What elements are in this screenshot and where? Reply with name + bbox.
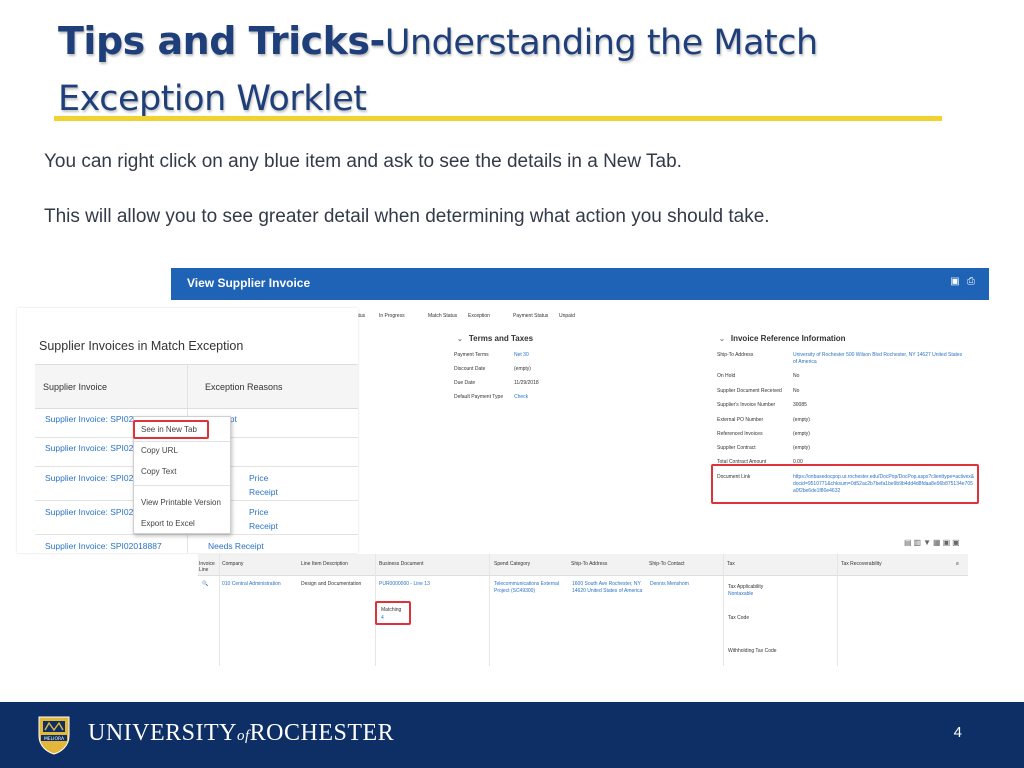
chevron-down-icon: ⌄ <box>457 336 463 343</box>
page-number: 4 <box>953 724 962 741</box>
see-in-new-tab-highlight <box>133 420 209 439</box>
menu-view-printable-version[interactable]: View Printable Version <box>141 498 221 507</box>
col-supplier-invoice: Supplier Invoice <box>43 382 108 392</box>
title-bold: Tips and Tricks- <box>58 19 385 63</box>
col-exception-reasons: Exception Reasons <box>205 382 283 392</box>
invoice-link[interactable]: Supplier Invoice: SPI020 <box>45 473 138 483</box>
exception-reason-2[interactable]: Receipt <box>249 521 278 531</box>
col-divider <box>489 554 490 666</box>
discount-date-label: Discount Date <box>454 366 486 372</box>
col-tax-recoverability: Tax Recoverability <box>841 561 882 567</box>
tax-applicability-value[interactable]: Nontaxable <box>728 591 753 598</box>
withholding-tax-label: Withholding Tax Code <box>728 648 777 654</box>
menu-copy-text[interactable]: Copy Text <box>141 467 176 476</box>
table-row: Supplier Invoice: SPI02018887 Needs Rece… <box>35 535 358 553</box>
exception-reason[interactable]: Price <box>249 507 268 517</box>
col-more: ≡ <box>956 561 959 567</box>
col-business-document: Business Document <box>379 561 424 567</box>
on-hold-value: No <box>793 373 800 379</box>
col-spend-category: Spend Category <box>494 561 531 567</box>
supplier-contract-label: Supplier Contract <box>717 445 756 451</box>
invoice-reference-heading[interactable]: ⌄ Invoice Reference Information <box>719 334 846 343</box>
search-icon[interactable]: 🔍 <box>202 581 208 588</box>
ship-to-value[interactable]: University of Rochester 500 Wilson Blvd … <box>793 352 963 366</box>
match-status-value: Exception <box>468 313 490 319</box>
tax-code-label: Tax Code <box>728 615 750 621</box>
payment-type-label: Default Payment Type <box>454 394 504 400</box>
referenced-invoices-value: (empty) <box>793 431 810 437</box>
col-company: Company <box>222 561 244 567</box>
external-po-value: (empty) <box>793 417 810 423</box>
menu-divider <box>134 485 230 486</box>
col-divider <box>837 554 838 666</box>
worklet-table-header: Supplier Invoice Exception Reasons <box>35 364 358 409</box>
table-toolbar-icons[interactable]: ▤▥▼▦▣▣ <box>904 538 962 547</box>
exception-reason-2[interactable]: Receipt <box>249 487 278 497</box>
doc-received-label: Supplier Document Received <box>717 388 782 394</box>
paragraph-1: You can right click on any blue item and… <box>44 151 682 172</box>
worklet-title: Supplier Invoices in Match Exception <box>39 339 244 353</box>
menu-export-to-excel[interactable]: Export to Excel <box>141 519 195 528</box>
match-status-label: Match Status <box>428 313 458 319</box>
col-divider <box>723 554 724 666</box>
context-menu: See in New Tab Copy URL Copy Text View P… <box>133 416 231 534</box>
title-underline <box>54 116 942 121</box>
doc-received-value: No <box>793 388 800 394</box>
supplier-invoice-number-label: Supplier's Invoice Number <box>717 402 776 408</box>
discount-date-value: (empty) <box>514 366 531 372</box>
company-value[interactable]: 010 Central Administration <box>222 581 281 588</box>
chevron-down-icon: ⌄ <box>719 336 725 343</box>
col-ship-to-address: Ship-To Address <box>571 561 608 567</box>
tax-applicability-label: Tax Applicability <box>728 584 764 590</box>
col-divider <box>219 554 220 666</box>
menu-copy-url[interactable]: Copy URL <box>141 446 178 455</box>
payment-type-value[interactable]: Check <box>514 394 528 401</box>
excel-icon[interactable]: ▣ <box>949 276 961 288</box>
contact-value[interactable]: Dennis Menshom <box>650 581 689 588</box>
invoice-link[interactable]: Supplier Invoice: SPI02018887 <box>45 541 162 551</box>
payment-terms-value[interactable]: Net 30 <box>514 352 529 359</box>
spend-category-value[interactable]: Telecommunications External Project (SC4… <box>494 581 566 595</box>
description-value: Design and Documentation <box>301 581 362 587</box>
col-line-item-description: Line Item Description <box>301 561 348 567</box>
print-icon[interactable]: ⎙ <box>965 276 977 288</box>
window-title: View Supplier Invoice <box>187 276 311 290</box>
due-date-value: 11/29/2018 <box>514 380 539 386</box>
exception-reason[interactable]: Price <box>249 473 268 483</box>
terms-taxes-heading[interactable]: ⌄ Terms and Taxes <box>457 334 533 343</box>
supplier-contract-value: (empty) <box>793 445 810 451</box>
supplier-invoice-number-value: 30085 <box>793 402 807 408</box>
document-link-highlight <box>711 464 979 504</box>
col-ship-to-contact: Ship-To Contact <box>649 561 685 567</box>
payment-status-value: Unpaid <box>559 313 575 319</box>
university-seal-icon: MELIORA <box>38 716 70 755</box>
invoice-link[interactable]: Supplier Invoice: SPI020 <box>45 507 138 517</box>
menu-divider <box>134 441 230 442</box>
slide-title: Tips and Tricks-Understanding the Match … <box>58 14 958 126</box>
business-document-value[interactable]: PUR0000000 - Line 13 <box>379 581 430 588</box>
payment-terms-label: Payment Terms <box>454 352 489 358</box>
external-po-label: External PO Number <box>717 417 764 423</box>
ship-to-row-value[interactable]: 1600 South Ave Rochester, NY 14620 Unite… <box>572 581 646 595</box>
invoice-lines-header: Invoice Line Company Line Item Descripti… <box>198 554 968 576</box>
payment-status-label: Payment Status <box>513 313 549 319</box>
col-tax: Tax <box>727 561 735 567</box>
workday-title-bar: View Supplier Invoice ▣ ⎙ <box>171 268 989 300</box>
university-wordmark: UNIVERSITYofROCHESTER <box>88 720 395 746</box>
referenced-invoices-label: Referenced Invoices <box>717 431 763 437</box>
footer-bar: MELIORA UNIVERSITYofROCHESTER 4 <box>0 702 1024 768</box>
due-date-label: Due Date <box>454 380 476 386</box>
ship-to-label: Ship-To Address <box>717 352 754 358</box>
on-hold-label: On Hold <box>717 373 736 379</box>
col-invoice-line: Invoice Line <box>199 561 215 573</box>
invoice-link[interactable]: Supplier Invoice: SPI020 <box>45 443 138 453</box>
matching-highlight <box>375 601 411 625</box>
logo-motto: MELIORA <box>44 736 65 742</box>
exception-reason[interactable]: Needs Receipt <box>208 541 264 551</box>
status-value: In Progress <box>379 313 405 319</box>
paragraph-2: This will allow you to see greater detai… <box>44 206 770 227</box>
